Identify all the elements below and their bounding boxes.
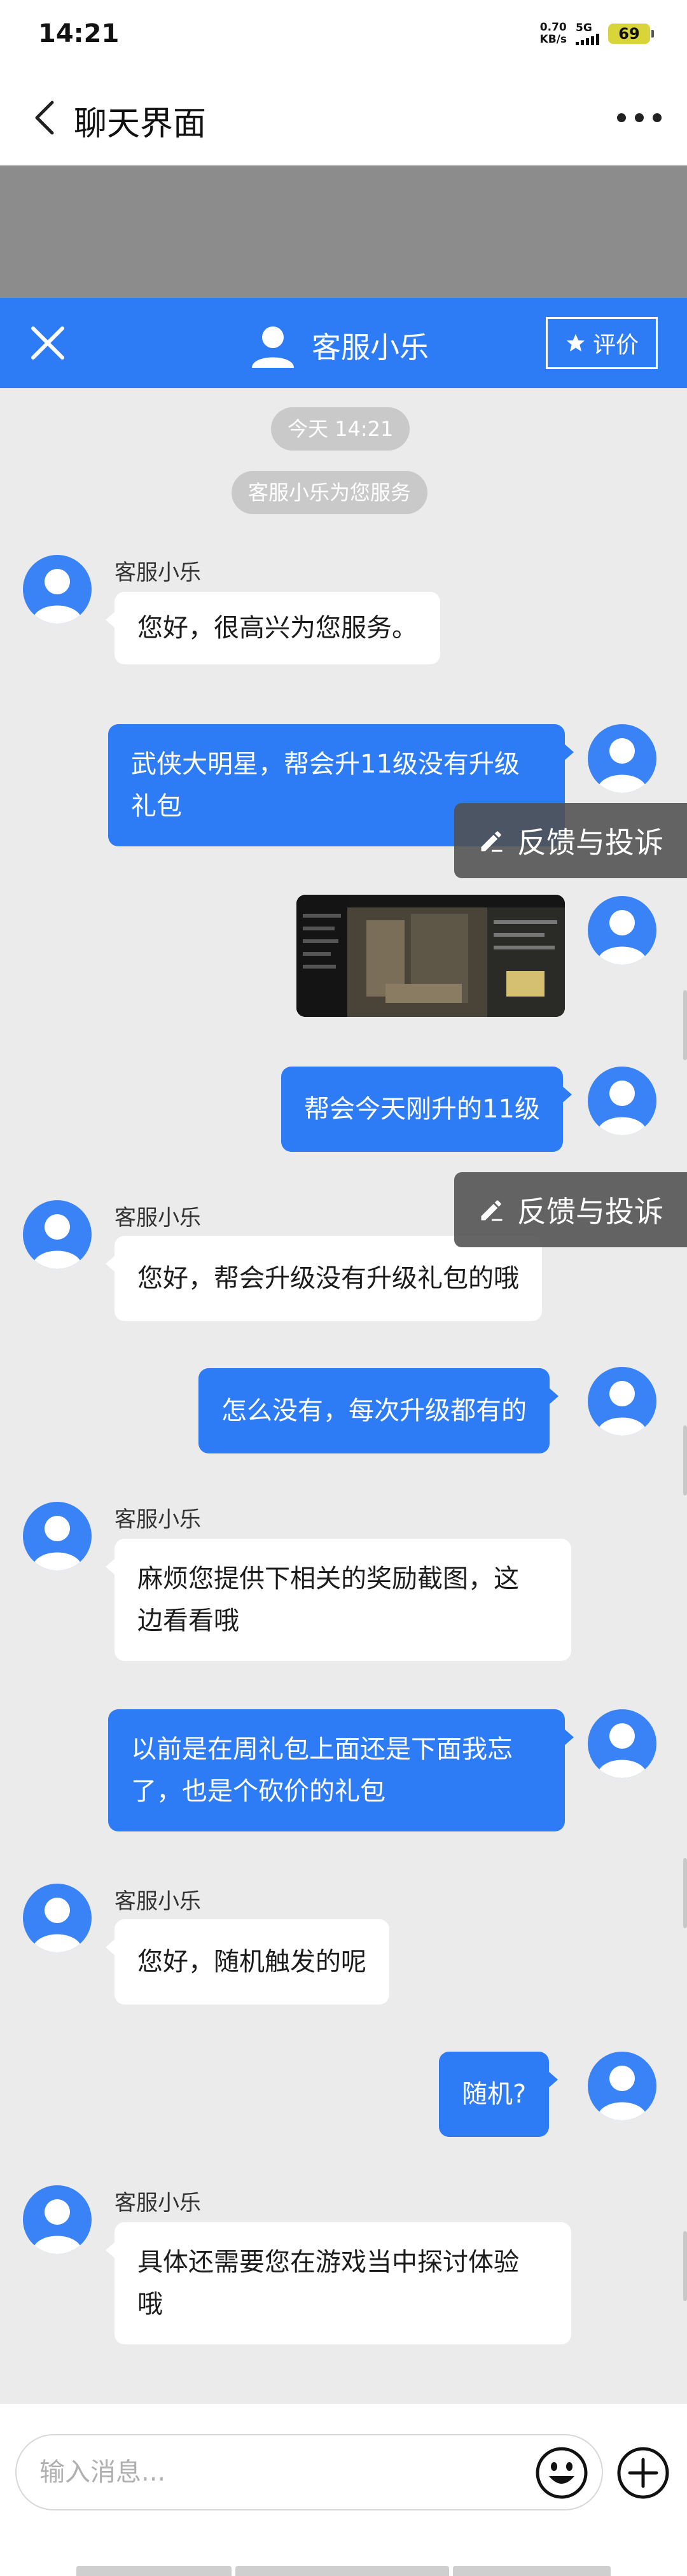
sender-name: 客服小乐 xyxy=(114,560,201,585)
star-icon xyxy=(566,333,585,352)
page-title: 聊天界面 xyxy=(74,105,207,143)
edit-pencil-icon xyxy=(481,1200,503,1221)
feedback-button[interactable]: 反馈与投诉 xyxy=(454,1172,687,1247)
network-type: 5G xyxy=(576,22,592,34)
status-bar: 14:21 0.70 KB/s 5G 69 xyxy=(0,0,687,70)
agent-avatar xyxy=(23,1884,92,1952)
battery-icon: 69 xyxy=(608,24,654,44)
emoji-icon[interactable] xyxy=(534,2446,589,2500)
rate-label: 评价 xyxy=(592,332,639,358)
agent-message[interactable]: 麻烦您提供下相关的奖励截图，这 边看看哦 xyxy=(106,1539,571,1661)
screenshot-image[interactable] xyxy=(296,895,565,1017)
user-icon xyxy=(252,326,294,368)
user-avatar xyxy=(588,2052,656,2120)
scrollbar[interactable] xyxy=(683,1425,687,1495)
chevron-left-icon[interactable] xyxy=(25,99,64,137)
agent-heading: 客服小乐 xyxy=(248,321,429,370)
user-message[interactable]: 以前是在周礼包上面还是下面我忘 了，也是个砍价的礼包 xyxy=(108,1709,574,1831)
user-message[interactable]: 随机? xyxy=(439,2052,559,2137)
rate-button[interactable]: 评价 xyxy=(546,317,658,369)
scrollbar[interactable] xyxy=(683,1858,687,1928)
plus-icon[interactable] xyxy=(616,2446,670,2500)
network-speed: 0.70 KB/s xyxy=(539,21,567,46)
user-avatar xyxy=(588,1709,656,1778)
user-avatar xyxy=(588,1367,656,1436)
user-avatar xyxy=(588,724,656,793)
agent-message[interactable]: 您好，随机触发的呢 xyxy=(106,1919,389,2005)
agent-avatar xyxy=(23,1502,92,1571)
edit-pencil-icon xyxy=(481,831,503,852)
chat-header: 客服小乐 评价 xyxy=(0,298,687,388)
sender-name: 客服小乐 xyxy=(114,1889,201,1914)
message-input[interactable] xyxy=(15,2434,603,2510)
user-avatar xyxy=(588,896,656,965)
status-time: 14:21 xyxy=(38,19,120,48)
service-notice-pill: 客服小乐为您服务 xyxy=(232,471,428,514)
agent-name: 客服小乐 xyxy=(312,330,429,365)
agent-message[interactable]: 您好，很高兴为您服务。 xyxy=(106,592,440,664)
scrollbar[interactable] xyxy=(683,990,687,1060)
agent-message[interactable]: 您好，帮会升级没有升级礼包的哦 xyxy=(106,1236,542,1321)
signal-icon: 5G xyxy=(576,22,599,45)
sender-name: 客服小乐 xyxy=(114,1507,201,1532)
input-bar xyxy=(0,2403,687,2576)
agent-avatar xyxy=(23,555,92,624)
user-message[interactable]: 怎么没有，每次升级都有的 xyxy=(198,1368,559,1453)
more-dots-icon[interactable] xyxy=(617,105,662,130)
user-message[interactable]: 帮会今天刚升的11级 xyxy=(281,1067,572,1152)
agent-avatar xyxy=(23,2185,92,2254)
scrollbar[interactable] xyxy=(683,2231,687,2301)
battery-level: 69 xyxy=(618,25,640,43)
agent-avatar xyxy=(23,1200,92,1269)
timestamp-pill: 今天 14:21 xyxy=(271,407,410,451)
feedback-button[interactable]: 反馈与投诉 xyxy=(454,803,687,878)
nav-bar: 聊天界面 xyxy=(0,70,687,165)
sender-name: 客服小乐 xyxy=(114,1205,201,1231)
home-indicator xyxy=(76,2566,611,2576)
chat-area[interactable]: 今天 14:21 客服小乐为您服务 客服小乐 您好，很高兴为您服务。 武侠大明星… xyxy=(0,388,687,2403)
overlay-backdrop xyxy=(0,165,687,298)
close-icon[interactable] xyxy=(25,321,70,365)
user-avatar xyxy=(588,1067,656,1135)
agent-message[interactable]: 具体还需要您在游戏当中探讨体验 哦 xyxy=(106,2222,571,2344)
status-indicators: 0.70 KB/s 5G 69 xyxy=(539,21,654,46)
sender-name: 客服小乐 xyxy=(114,2190,201,2216)
